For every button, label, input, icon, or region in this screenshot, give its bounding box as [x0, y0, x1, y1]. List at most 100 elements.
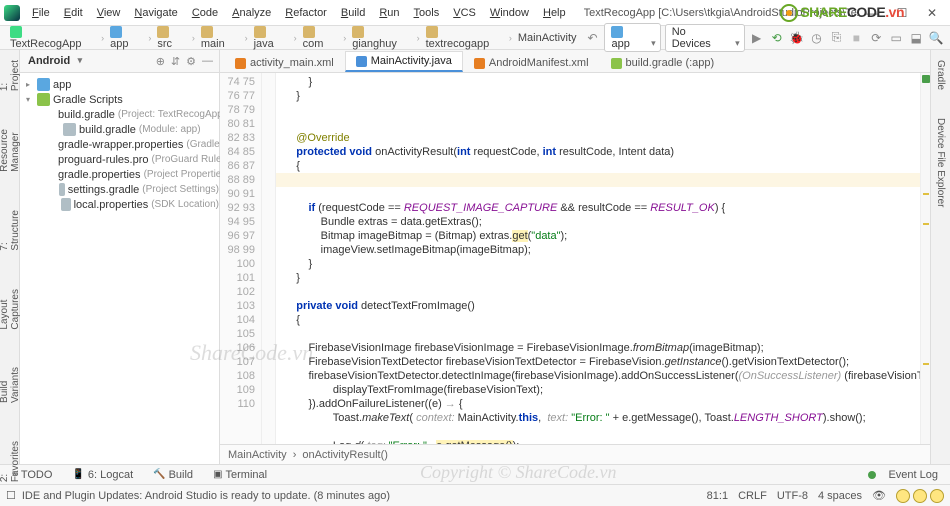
maximize-button[interactable]: ☐: [888, 4, 916, 22]
breadcrumb-item[interactable]: app: [106, 24, 146, 50]
breadcrumb-trail: TextRecogApp›app›src›main›java›com›giang…: [6, 24, 581, 50]
menu-view[interactable]: View: [91, 5, 127, 21]
editor-tab[interactable]: activity_main.xml: [224, 53, 345, 72]
breadcrumb-item[interactable]: gianghuy: [348, 24, 414, 50]
status-bar: ☐ IDE and Plugin Updates: Android Studio…: [0, 484, 950, 506]
gear-icon[interactable]: ⚙: [186, 55, 196, 68]
menu-analyze[interactable]: Analyze: [226, 5, 277, 21]
navigation-bar: TextRecogApp›app›src›main›java›com›giang…: [0, 26, 950, 50]
bottom-tab[interactable]: 📱6: Logcat: [64, 468, 141, 482]
sync-gradle-icon[interactable]: ⟳: [868, 30, 884, 46]
sdk-manager-icon[interactable]: ⬓: [908, 30, 924, 46]
code-content[interactable]: } } @Override protected void onActivityR…: [276, 73, 920, 444]
debug-button[interactable]: 🐞: [789, 30, 805, 46]
tree-file[interactable]: proguard-rules.pro (ProGuard Rules for a…: [20, 152, 219, 167]
run-config-dropdown[interactable]: app: [604, 23, 660, 51]
collapse-icon[interactable]: ⇵: [171, 55, 180, 68]
tree-node-gradle-scripts[interactable]: ▾Gradle Scripts: [20, 92, 219, 107]
bottom-tab[interactable]: 🔨Build: [145, 468, 201, 482]
editor-tabs: activity_main.xmlMainActivity.javaAndroi…: [220, 50, 930, 73]
env-icon[interactable]: ☐: [6, 489, 16, 502]
line-separator[interactable]: CRLF: [738, 490, 767, 502]
tree-file[interactable]: build.gradle (Module: app): [20, 122, 219, 137]
breadcrumb-item[interactable]: TextRecogApp: [6, 24, 99, 50]
breadcrumb-item[interactable]: textrecogapp: [422, 24, 507, 50]
event-log-tab[interactable]: Event Log: [880, 468, 946, 482]
event-indicator-icon: [868, 471, 876, 479]
tool-tab[interactable]: Resource Manager: [0, 125, 22, 176]
menu-refactor[interactable]: Refactor: [279, 5, 333, 21]
tool-tab[interactable]: Device File Explorer: [934, 114, 947, 211]
analysis-ok-icon: [922, 75, 930, 83]
main-menu: FileEditViewNavigateCodeAnalyzeRefactorB…: [26, 5, 572, 21]
breadcrumb-item[interactable]: java: [250, 24, 292, 50]
fold-gutter[interactable]: [262, 73, 276, 444]
stop-button[interactable]: ■: [848, 30, 864, 46]
status-message[interactable]: IDE and Plugin Updates: Android Studio i…: [22, 490, 390, 502]
tree-file[interactable]: settings.gradle (Project Settings): [20, 182, 219, 197]
project-view-dropdown[interactable]: Android: [26, 54, 82, 68]
tool-tab[interactable]: 1: Project: [0, 56, 22, 95]
tree-node-app[interactable]: ▸app: [20, 77, 219, 92]
menu-run[interactable]: Run: [373, 5, 405, 21]
menu-build[interactable]: Build: [335, 5, 371, 21]
hide-icon[interactable]: —: [202, 55, 213, 68]
menu-tools[interactable]: Tools: [408, 5, 446, 21]
menu-navigate[interactable]: Navigate: [128, 5, 183, 21]
inspect-icon[interactable]: 👁: [872, 489, 886, 502]
tree-file[interactable]: gradle-wrapper.properties (Gradle Versio…: [20, 137, 219, 152]
editor-tab[interactable]: MainActivity.java: [345, 51, 463, 72]
breadcrumb-item[interactable]: main: [197, 24, 243, 50]
bottom-tool-strip: ≡TODO📱6: Logcat🔨Build▣Terminal Event Log: [0, 464, 950, 484]
bottom-tab[interactable]: ▣Terminal: [205, 468, 275, 482]
breadcrumb-item[interactable]: src: [153, 24, 190, 50]
code-editor[interactable]: 74 75 76 77 78 79 80 81 82 83 84 85 86 8…: [220, 73, 930, 444]
breadcrumb-item[interactable]: MainActivity: [514, 31, 581, 45]
tool-tab[interactable]: Layout Captures: [0, 285, 22, 334]
menu-help[interactable]: Help: [537, 5, 572, 21]
left-tool-strip: 1: Project Resource Manager 7: Structure La…: [0, 50, 20, 464]
project-tree[interactable]: ▸app ▾Gradle Scripts build.gradle (Proje…: [20, 73, 219, 216]
tool-tab[interactable]: Gradle: [934, 56, 947, 94]
menu-vcs[interactable]: VCS: [447, 5, 482, 21]
apply-changes-icon[interactable]: ⟲: [769, 30, 785, 46]
file-encoding[interactable]: UTF-8: [777, 490, 808, 502]
tool-tab[interactable]: 7: Structure: [0, 206, 22, 255]
attach-debugger-icon[interactable]: ⎘: [828, 30, 844, 46]
editor-breadcrumb[interactable]: MainActivity›onActivityResult(): [220, 444, 930, 464]
editor-tab[interactable]: build.gradle (:app): [600, 53, 726, 72]
minimize-button[interactable]: —: [858, 4, 886, 22]
tool-tab[interactable]: 2: Favorites: [0, 437, 22, 486]
warning-mark[interactable]: [923, 193, 929, 195]
tree-file[interactable]: build.gradle (Project: TextRecogApp): [20, 107, 219, 122]
target-icon[interactable]: ⊕: [156, 55, 165, 68]
search-icon[interactable]: 🔍: [928, 30, 944, 46]
device-dropdown[interactable]: No Devices: [665, 24, 745, 52]
menu-window[interactable]: Window: [484, 5, 535, 21]
menu-edit[interactable]: Edit: [58, 5, 89, 21]
project-tool-window: Android ⊕ ⇵ ⚙ — ▸app ▾Gradle Scripts bui…: [20, 50, 220, 464]
title-bar: FileEditViewNavigateCodeAnalyzeRefactorB…: [0, 0, 950, 26]
memory-faces[interactable]: [896, 489, 944, 503]
error-stripe[interactable]: [920, 73, 930, 444]
editor-tab[interactable]: AndroidManifest.xml: [463, 53, 600, 72]
breadcrumb-item[interactable]: com: [299, 24, 342, 50]
editor-area: activity_main.xmlMainActivity.javaAndroi…: [220, 50, 930, 464]
warning-mark[interactable]: [923, 223, 929, 225]
menu-code[interactable]: Code: [186, 5, 224, 21]
avd-manager-icon[interactable]: ▭: [888, 30, 904, 46]
back-icon[interactable]: ↶: [585, 30, 601, 46]
run-button[interactable]: ▶: [749, 30, 765, 46]
tree-file[interactable]: local.properties (SDK Location): [20, 197, 219, 212]
warning-mark[interactable]: [923, 363, 929, 365]
close-button[interactable]: ✕: [918, 4, 946, 22]
window-title: TextRecogApp [C:\Users\tkgia\AndroidStud…: [584, 7, 858, 19]
menu-file[interactable]: File: [26, 5, 56, 21]
app-icon: [4, 5, 20, 21]
tree-file[interactable]: gradle.properties (Project Properties): [20, 167, 219, 182]
tool-tab[interactable]: Build Variants: [0, 363, 22, 407]
profile-button[interactable]: ◷: [809, 30, 825, 46]
caret-position[interactable]: 81:1: [707, 490, 728, 502]
indent-info[interactable]: 4 spaces: [818, 490, 862, 502]
line-number-gutter: 74 75 76 77 78 79 80 81 82 83 84 85 86 8…: [220, 73, 262, 444]
